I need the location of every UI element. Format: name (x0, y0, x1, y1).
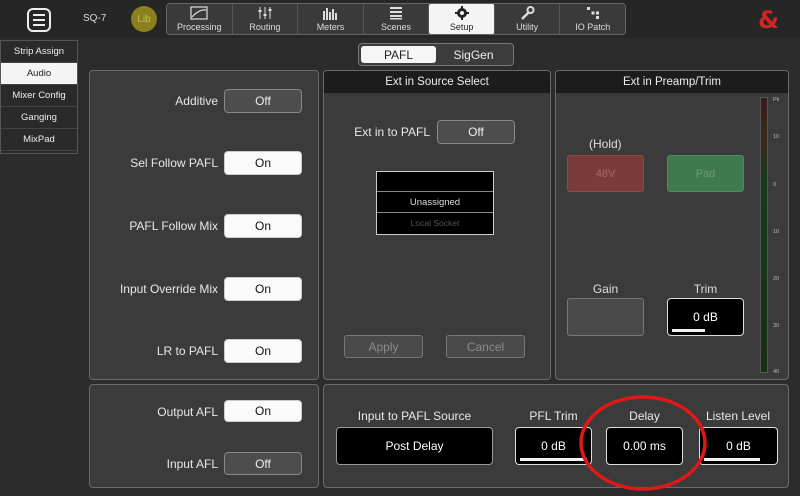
tab-label: IO Patch (575, 22, 611, 32)
mode-selector: PAFL SigGen (358, 43, 514, 66)
library-button[interactable]: Lib (131, 6, 157, 32)
pafl-follow-mix-label: PAFL Follow Mix (129, 219, 218, 233)
list-item-local-socket[interactable]: Local Socket (377, 213, 493, 233)
tab-setup[interactable]: Setup (429, 4, 495, 34)
brand-logo: & (758, 6, 779, 34)
delay-value: 0.00 ms (623, 439, 666, 453)
sidebar-item-strip-assign[interactable]: Strip Assign (1, 41, 77, 63)
wrench-icon (521, 6, 535, 20)
scenes-icon (390, 7, 403, 20)
gain-label: Gain (592, 282, 619, 296)
trim-label: Trim (693, 282, 718, 296)
console-model-label: SQ-7 (83, 13, 107, 24)
tab-meters[interactable]: Meters (298, 4, 364, 34)
sel-follow-pafl-toggle[interactable]: On (224, 151, 302, 175)
output-afl-toggle[interactable]: On (224, 400, 302, 422)
ext-source-title: Ext in Source Select (324, 71, 550, 93)
setup-sidebar: Strip Assign Audio Mixer Config Ganging … (0, 40, 78, 154)
input-to-pafl-source-label: Input to PAFL Source (357, 409, 472, 423)
listen-level-label: Listen Level (705, 409, 771, 423)
tab-label: Routing (249, 22, 281, 32)
input-afl-toggle[interactable]: Off (224, 452, 302, 475)
gear-icon (454, 6, 469, 20)
delay-control[interactable]: 0.00 ms (606, 427, 683, 465)
delay-label: Delay (629, 409, 660, 423)
input-afl-label: Input AFL (166, 457, 218, 471)
input-to-pafl-source-selector[interactable]: Post Delay (336, 427, 493, 465)
sel-follow-pafl-label: Sel Follow PAFL (130, 156, 218, 170)
sidebar-item-mixpad[interactable]: MixPad (1, 129, 77, 151)
meter-tick-label: 20 (773, 276, 780, 282)
pfl-trim-control[interactable]: 0 dB (515, 427, 592, 465)
tab-processing[interactable]: Processing (167, 4, 233, 34)
tab-siggen[interactable]: SigGen (436, 46, 511, 63)
trim-control[interactable]: 0 dB (667, 298, 744, 336)
pfl-trim-value: 0 dB (541, 439, 566, 453)
tab-label: Meters (316, 22, 345, 32)
meter-tick-label: 0 (773, 182, 777, 188)
source-list: Unassigned Local Socket (376, 171, 494, 235)
meter-tick-label: 10 (773, 134, 780, 140)
tab-label: Setup (449, 22, 474, 32)
trim-level-bar (672, 329, 705, 332)
input-level-meter (760, 97, 768, 373)
sidebar-item-audio[interactable]: Audio (1, 63, 77, 85)
input-override-mix-label: Input Override Mix (119, 282, 218, 296)
meter-tick-label: 10 (773, 229, 780, 235)
tab-io-patch[interactable]: IO Patch (560, 4, 625, 34)
main-tab-bar: Processing Routing Meters Scenes Setup U… (166, 3, 626, 35)
tab-utility[interactable]: Utility (495, 4, 561, 34)
tab-scenes[interactable]: Scenes (364, 4, 430, 34)
cancel-button[interactable]: Cancel (446, 335, 525, 358)
io-patch-icon (586, 7, 599, 19)
pafl-follow-mix-toggle[interactable]: On (224, 214, 302, 238)
meter-tick-label: 40 (773, 369, 780, 375)
ext-in-to-pafl-label: Ext in to PAFL (354, 125, 430, 139)
processing-icon (190, 6, 208, 20)
output-afl-label: Output AFL (157, 405, 218, 419)
phantom-48v-button[interactable]: 48V (567, 155, 644, 192)
listen-level-value: 0 dB (726, 439, 751, 453)
pfl-trim-label: PFL Trim (529, 409, 578, 423)
tab-label: Utility (516, 22, 539, 32)
trim-value: 0 dB (693, 310, 718, 324)
tab-label: Scenes (381, 22, 412, 32)
ext-in-to-pafl-toggle[interactable]: Off (437, 120, 515, 144)
hold-label: (Hold) (589, 137, 622, 151)
sidebar-item-ganging[interactable]: Ganging (1, 107, 77, 129)
meter-tick-label: Pk (773, 97, 780, 103)
tab-pafl[interactable]: PAFL (361, 46, 436, 63)
list-item-unassigned[interactable]: Unassigned (377, 192, 493, 213)
apply-button[interactable]: Apply (344, 335, 423, 358)
routing-icon (258, 7, 272, 19)
input-override-mix-toggle[interactable]: On (224, 277, 302, 301)
menu-button[interactable] (27, 8, 51, 32)
preamp-title: Ext in Preamp/Trim (556, 71, 788, 93)
additive-label: Additive (175, 94, 218, 108)
meters-icon (323, 8, 338, 20)
tab-routing[interactable]: Routing (233, 4, 299, 34)
lr-to-pafl-label: LR to PAFL (156, 344, 218, 358)
lr-to-pafl-toggle[interactable]: On (224, 339, 302, 363)
tab-label: Processing (177, 22, 222, 32)
meter-tick-label: 30 (773, 323, 780, 329)
listen-level-control[interactable]: 0 dB (699, 427, 778, 465)
pad-button[interactable]: Pad (667, 155, 744, 192)
gain-control[interactable] (567, 298, 644, 336)
listen-level-bar (704, 458, 760, 461)
additive-toggle[interactable]: Off (224, 89, 302, 113)
pfl-trim-level-bar (520, 458, 587, 461)
list-item[interactable] (377, 172, 493, 192)
sidebar-item-mixer-config[interactable]: Mixer Config (1, 85, 77, 107)
